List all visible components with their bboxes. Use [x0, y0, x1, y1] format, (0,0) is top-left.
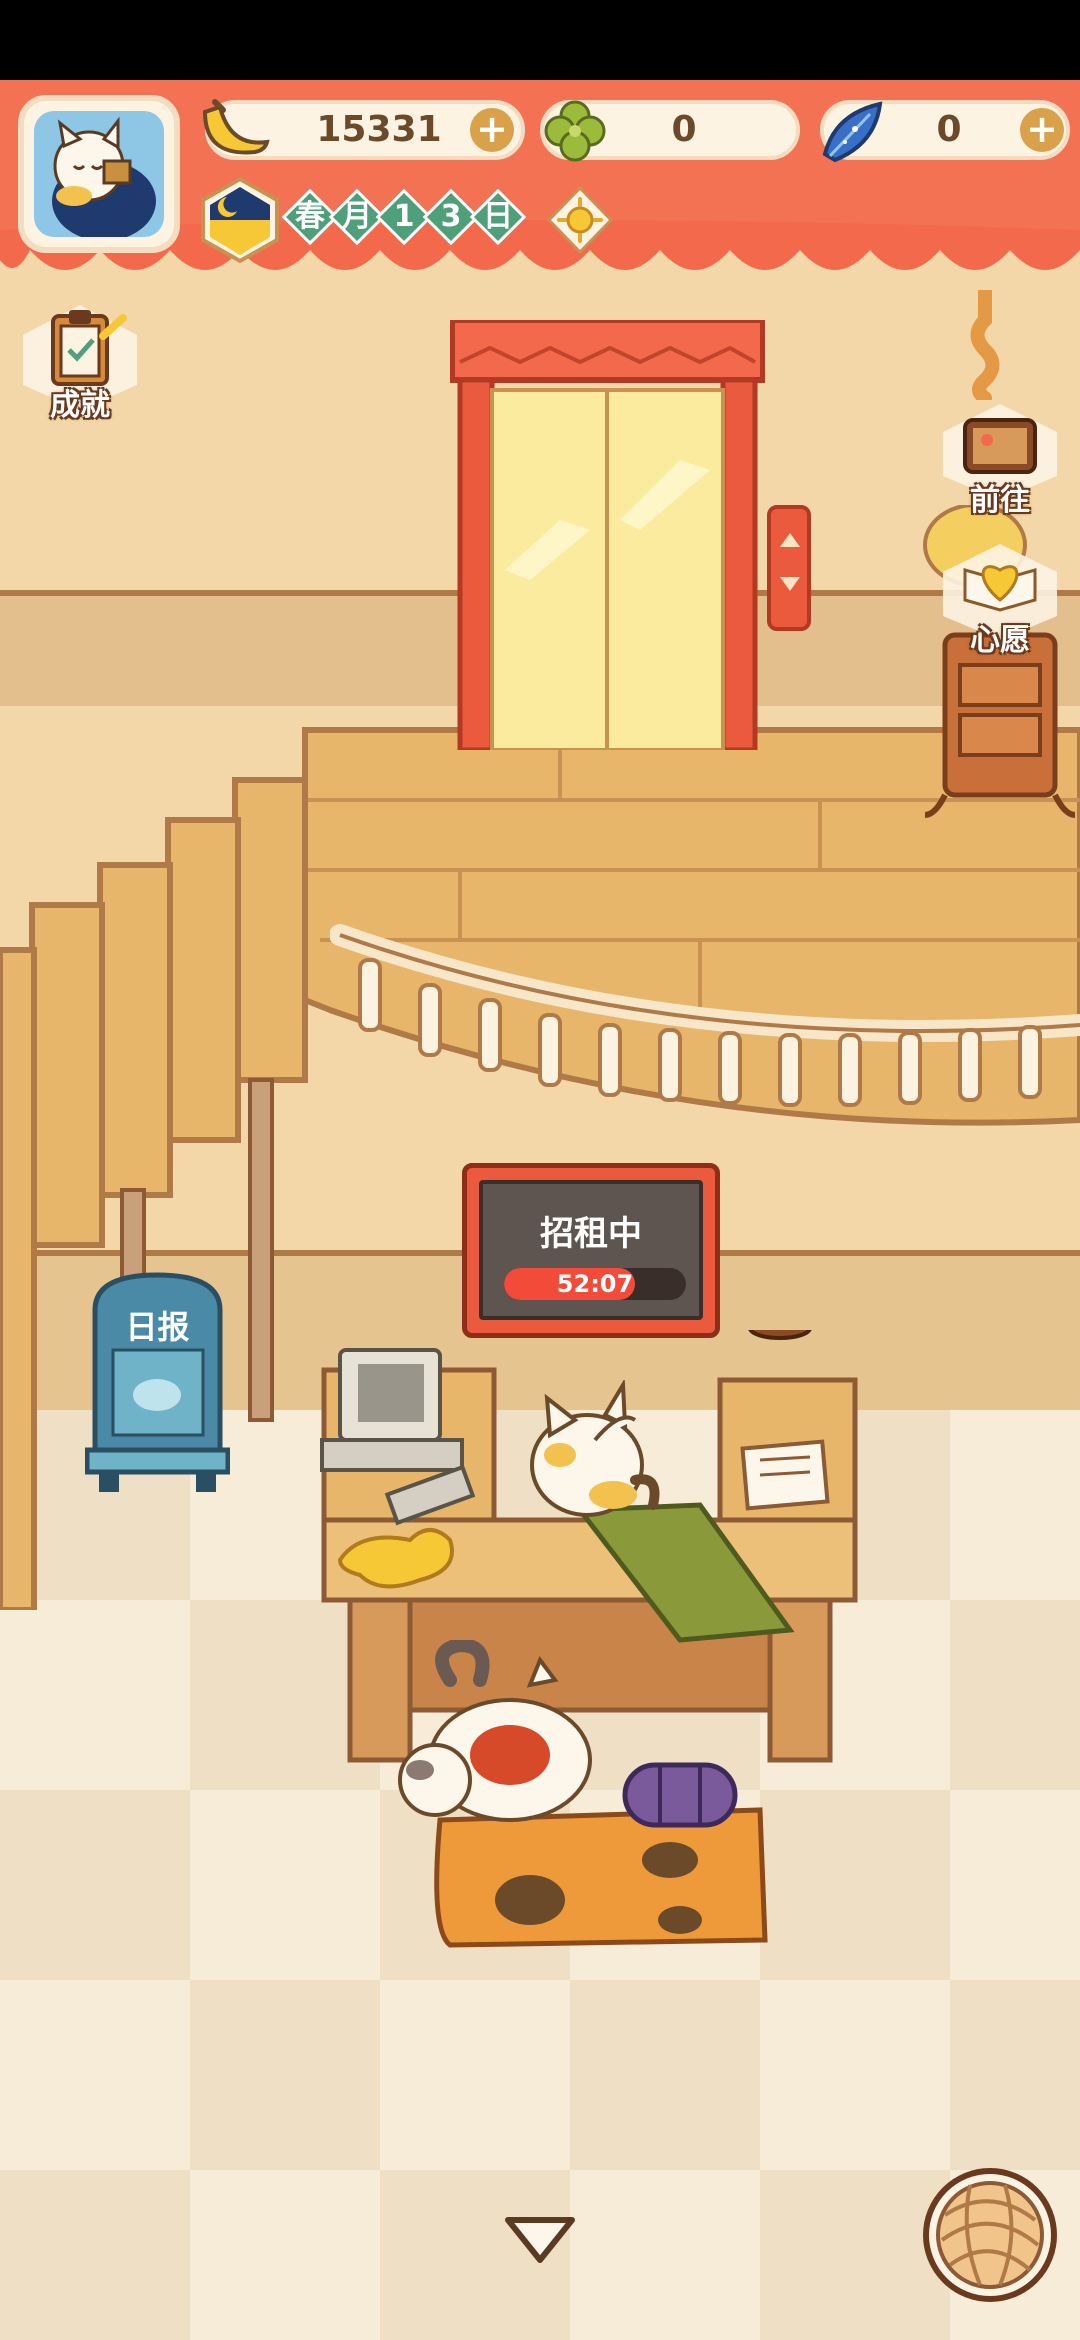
add-bananas-button[interactable]: + — [470, 108, 514, 152]
scroll-down-arrow-icon[interactable] — [500, 2210, 580, 2270]
goto-label: 前往 — [970, 483, 1030, 518]
clover-count: 0 — [671, 109, 697, 150]
for-rent-sign[interactable]: 招租中 52:07 — [462, 1163, 720, 1338]
date-day-label: 日 — [469, 188, 527, 246]
date-month-label: 月 — [328, 188, 386, 246]
yarn-ball-menu-button[interactable] — [920, 2165, 1060, 2305]
feather-count: 0 — [936, 109, 962, 150]
night-moon-icon — [201, 176, 279, 264]
player-avatar[interactable] — [18, 95, 180, 253]
arrow-up-icon — [780, 533, 800, 547]
elevator-call-button[interactable] — [767, 505, 811, 631]
for-rent-title: 招租中 — [540, 1214, 642, 1254]
rent-progress-bar: 52:07 — [504, 1268, 686, 1300]
cat-avatar-icon — [52, 116, 156, 237]
add-feathers-button[interactable]: + — [1020, 108, 1064, 152]
newspaper-stand[interactable]: 日报 — [85, 1270, 230, 1495]
date-season: 春 — [281, 188, 339, 246]
sleeping-cat[interactable] — [390, 1640, 630, 1830]
achievements-label: 成就 — [50, 388, 110, 423]
date-day-ones: 3 — [422, 188, 480, 246]
newspaper-label: 日报 — [125, 1308, 190, 1346]
banana-icon — [202, 99, 270, 155]
blue-feather-icon — [822, 101, 883, 163]
elevator-door[interactable] — [450, 320, 765, 750]
clover-icon — [544, 100, 606, 162]
goto-button[interactable]: 前往 — [935, 400, 1065, 525]
banana-count: 15331 — [316, 109, 442, 150]
purple-cushion — [622, 1762, 738, 1828]
game-screen: 15331 + 0 0 + 春 月 1 3 日 成就 前往 心愿 招租中 52:… — [0, 0, 1080, 2340]
balcony-railing — [330, 924, 1080, 1107]
wish-label: 心愿 — [970, 623, 1030, 658]
achievements-button[interactable]: 成就 — [15, 300, 145, 430]
arrow-down-icon — [780, 577, 800, 591]
wish-button[interactable]: 心愿 — [935, 540, 1065, 665]
status-bar — [0, 0, 1080, 80]
receptionist-cat[interactable] — [525, 1380, 665, 1520]
rent-timer: 52:07 — [556, 1270, 634, 1298]
date-day-tens: 1 — [375, 188, 433, 246]
sun-icon[interactable] — [545, 185, 615, 255]
